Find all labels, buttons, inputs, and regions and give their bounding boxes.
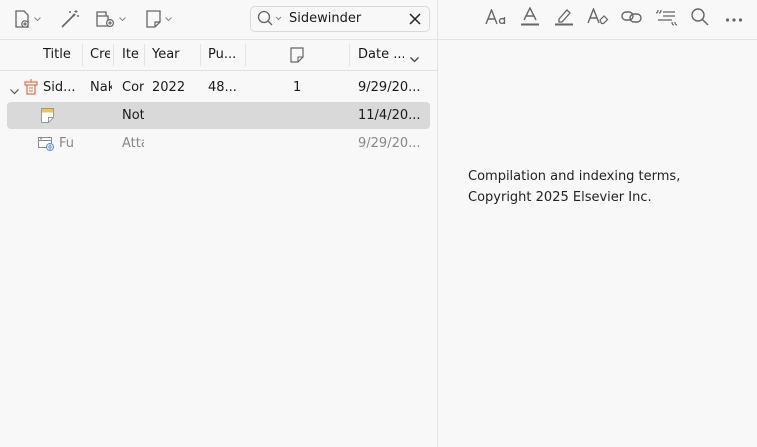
new-item-icon — [12, 9, 32, 29]
clear-formatting-button[interactable] — [586, 7, 610, 30]
clear-search-icon[interactable] — [409, 13, 421, 29]
items-pane: Sidewinder Title Cre Ite Year Pu... Date… — [0, 0, 437, 447]
cell-title: Sid... — [43, 80, 76, 95]
link-icon — [621, 9, 643, 29]
column-resize-handle[interactable] — [245, 44, 246, 66]
new-note-button[interactable] — [145, 7, 172, 31]
text-format-button[interactable] — [484, 8, 508, 30]
column-headers: Title Cre Ite Year Pu... Date ... — [0, 40, 437, 71]
magic-wand-button[interactable] — [59, 7, 81, 31]
cell-publisher: 48... — [208, 80, 237, 95]
add-attachment-button[interactable] — [95, 7, 126, 31]
search-icon[interactable] — [256, 10, 284, 32]
insert-citation-button[interactable] — [654, 8, 678, 30]
find-replace-button[interactable] — [688, 8, 712, 30]
column-resize-handle[interactable] — [349, 44, 350, 66]
new-item-button[interactable] — [12, 7, 41, 31]
search-field[interactable]: Sidewinder — [250, 6, 430, 32]
search-icon — [690, 7, 710, 31]
column-resize-handle[interactable] — [82, 44, 83, 66]
cell-creator: Nak — [90, 80, 112, 95]
column-resize-handle[interactable] — [200, 44, 201, 66]
column-header-creator[interactable]: Cre — [90, 47, 110, 62]
column-resize-handle[interactable] — [113, 44, 114, 66]
table-row-selected[interactable]: Not 11/4/20... — [7, 102, 430, 129]
note-icon — [145, 9, 163, 29]
chevron-down-icon — [165, 16, 172, 22]
clear-formatting-icon — [587, 7, 609, 30]
header-divider — [0, 70, 437, 71]
cell-item-type: Not — [122, 108, 144, 123]
note-editor-pane — [438, 0, 757, 447]
column-header-title[interactable]: Title — [43, 47, 80, 62]
cell-title: Fu — [59, 136, 75, 151]
cell-date: 9/29/20... — [358, 136, 421, 151]
column-resize-handle[interactable] — [144, 44, 145, 66]
table-row[interactable]: Sid... Nak Cor 2022 48... 1 9/29/20... — [7, 74, 430, 101]
text-format-icon — [485, 8, 507, 29]
cell-item-type: Cor — [122, 80, 144, 95]
items-toolbar: Sidewinder — [0, 0, 437, 39]
column-header-item-type[interactable]: Ite — [122, 47, 142, 62]
highlight-button[interactable] — [552, 8, 576, 30]
text-color-icon — [520, 6, 540, 31]
chevron-down-icon — [34, 16, 41, 22]
column-header-year[interactable]: Year — [152, 47, 196, 62]
conference-paper-icon — [24, 79, 39, 100]
note-line: Compilation and indexing terms, — [468, 169, 681, 184]
more-dots-icon — [725, 12, 743, 27]
table-row[interactable]: Fu Atta 9/29/20... — [7, 130, 430, 157]
cell-date: 9/29/20... — [358, 80, 421, 95]
note-content[interactable]: Compilation and indexing terms, Copyrigh… — [468, 166, 728, 208]
magic-wand-icon — [59, 8, 81, 30]
note-icon — [41, 108, 54, 127]
chevron-down-icon — [119, 16, 126, 22]
cell-year: 2022 — [152, 80, 186, 95]
web-attachment-icon — [38, 136, 55, 156]
editor-toolbar-divider — [438, 39, 757, 40]
collapse-chevron-icon[interactable] — [10, 84, 19, 99]
cell-date: 11/4/20... — [358, 108, 421, 123]
search-input[interactable]: Sidewinder — [289, 11, 361, 26]
more-options-button[interactable] — [722, 8, 746, 30]
column-picker-chevron-icon[interactable] — [410, 52, 419, 67]
column-header-date[interactable]: Date ... — [358, 47, 404, 62]
column-header-publisher[interactable]: Pu... — [208, 47, 240, 62]
cell-notes-count: 1 — [293, 80, 302, 95]
highlighter-icon — [554, 7, 574, 31]
insert-link-button[interactable] — [620, 8, 644, 30]
citation-icon — [655, 7, 678, 31]
column-header-notes-icon[interactable] — [290, 47, 304, 67]
note-line: Copyright 2025 Elsevier Inc. — [468, 190, 652, 205]
text-color-button[interactable] — [518, 6, 542, 31]
cell-item-type: Atta — [122, 136, 144, 151]
attachment-icon — [95, 9, 117, 29]
